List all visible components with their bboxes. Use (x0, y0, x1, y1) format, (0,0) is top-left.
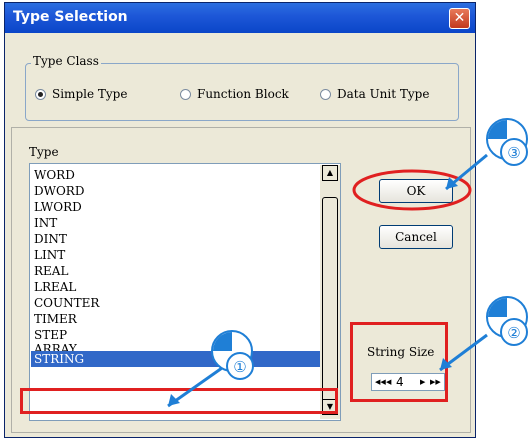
annotation-overlay (167, 153, 488, 408)
callout-number-1: ① (226, 352, 254, 380)
callout-number-3: ③ (500, 138, 528, 166)
highlight-ok-ellipse (352, 169, 472, 211)
callout-number-2: ② (500, 318, 528, 346)
